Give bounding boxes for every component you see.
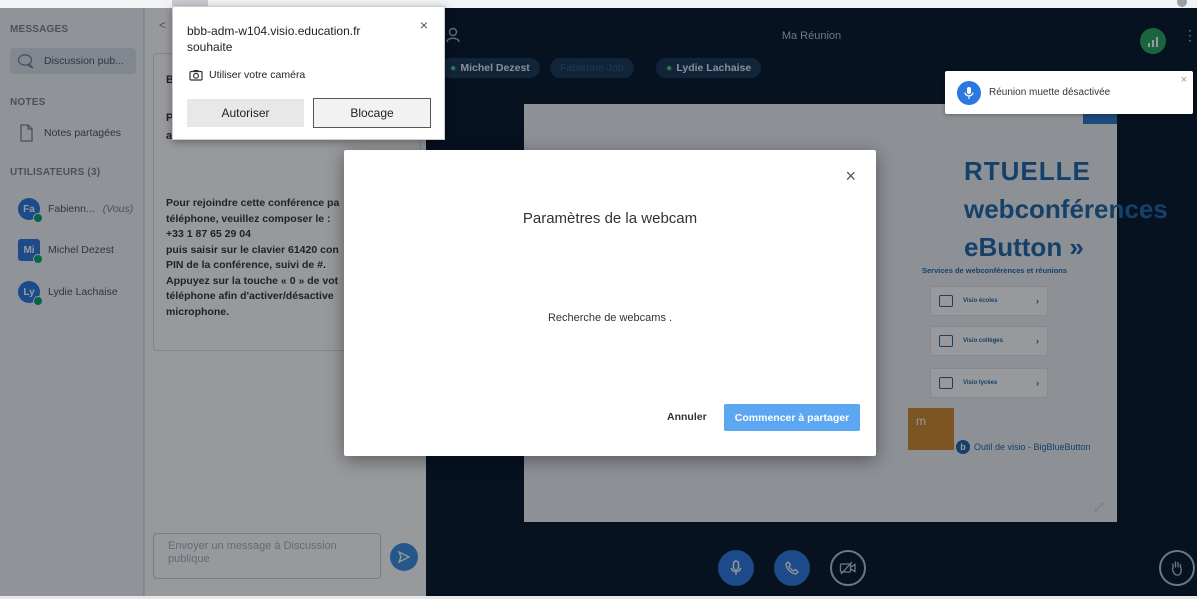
- modal-close-button[interactable]: ×: [845, 166, 856, 187]
- start-sharing-button[interactable]: Commencer à partager: [724, 404, 860, 431]
- permission-request: Utiliser votre caméra: [189, 69, 305, 81]
- notification-toast: Réunion muette désactivée ×: [945, 71, 1193, 114]
- permission-request-label: Utiliser votre caméra: [209, 69, 306, 81]
- webcam-search-status: Recherche de webcams .: [547, 312, 673, 324]
- microphone-icon: [957, 80, 981, 105]
- allow-button[interactable]: Autoriser: [187, 99, 304, 127]
- cancel-button[interactable]: Annuler: [667, 411, 707, 423]
- browser-toolbar-icons: [1177, 0, 1187, 7]
- block-button[interactable]: Blocage: [313, 98, 431, 128]
- webcam-settings-modal: × Paramètres de la webcam Recherche de w…: [344, 150, 876, 456]
- permission-close-button[interactable]: ×: [420, 17, 428, 33]
- camera-icon: [189, 70, 203, 81]
- modal-title: Paramètres de la webcam: [522, 210, 698, 227]
- permission-origin: bbb-adm-w104.visio.education.fr souhaite: [187, 24, 361, 54]
- app: MESSAGES Discussion pub... NOTES Notes p…: [0, 0, 1197, 599]
- toast-message: Réunion muette désactivée: [989, 87, 1111, 98]
- profile-icon[interactable]: [1177, 0, 1187, 7]
- camera-permission-prompt: bbb-adm-w104.visio.education.fr souhaite…: [172, 6, 445, 140]
- toast-close-button[interactable]: ×: [1181, 74, 1187, 86]
